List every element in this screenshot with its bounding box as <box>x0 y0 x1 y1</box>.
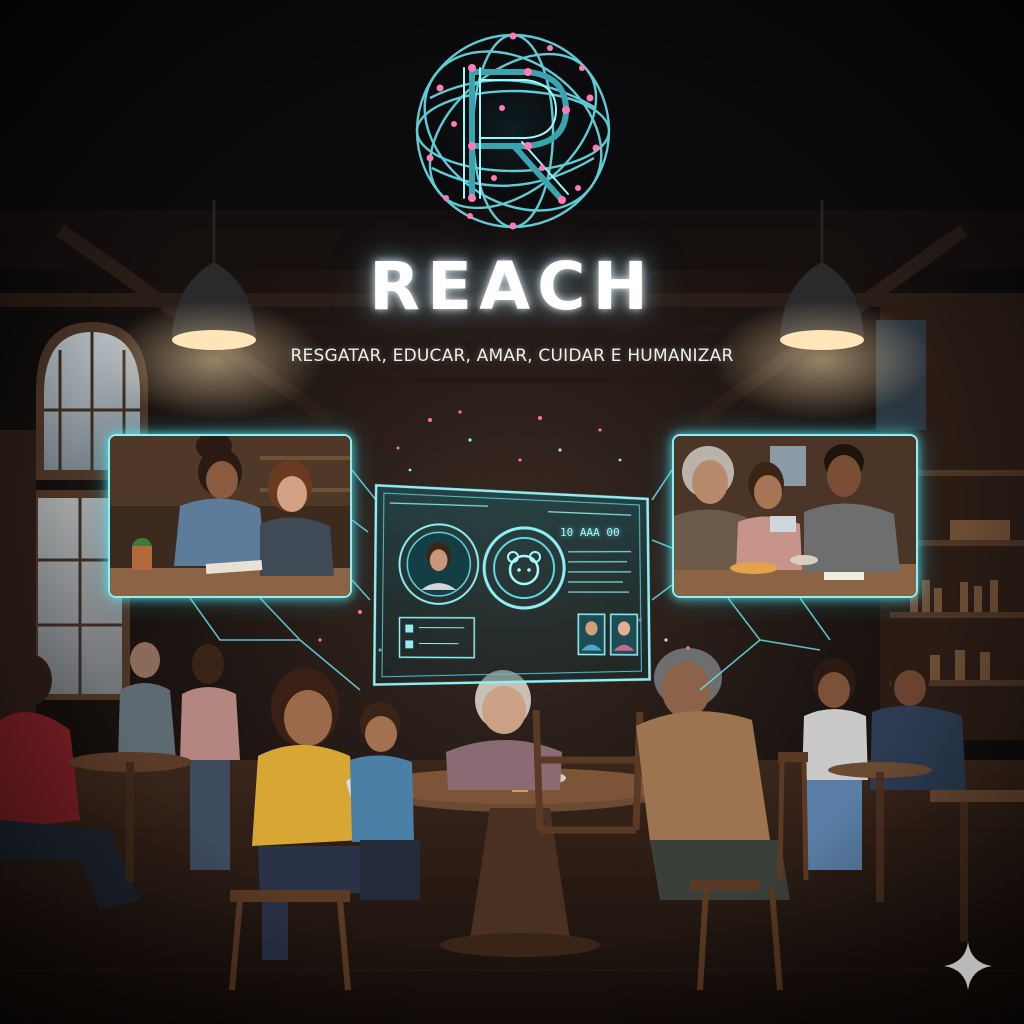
brand-title: REACH <box>0 246 1024 328</box>
brand-tagline: RESGATAR, EDUCAR, AMAR, CUIDAR E HUMANIZ… <box>0 346 1024 366</box>
avatar-icon <box>400 524 479 604</box>
study-scene-image <box>110 436 350 596</box>
sparkle-icon <box>942 940 994 992</box>
family-meal-image <box>674 436 916 596</box>
poster: REACH RESGATAR, EDUCAR, AMAR, CUIDAR E H… <box>0 0 1024 1024</box>
family-meal-panel <box>672 434 918 598</box>
r-network-globe-logo <box>410 28 616 234</box>
study-scene-panel <box>108 434 352 598</box>
holographic-dashboard <box>370 476 653 689</box>
dashboard-code-label: 10 AAA 00 <box>560 526 640 539</box>
